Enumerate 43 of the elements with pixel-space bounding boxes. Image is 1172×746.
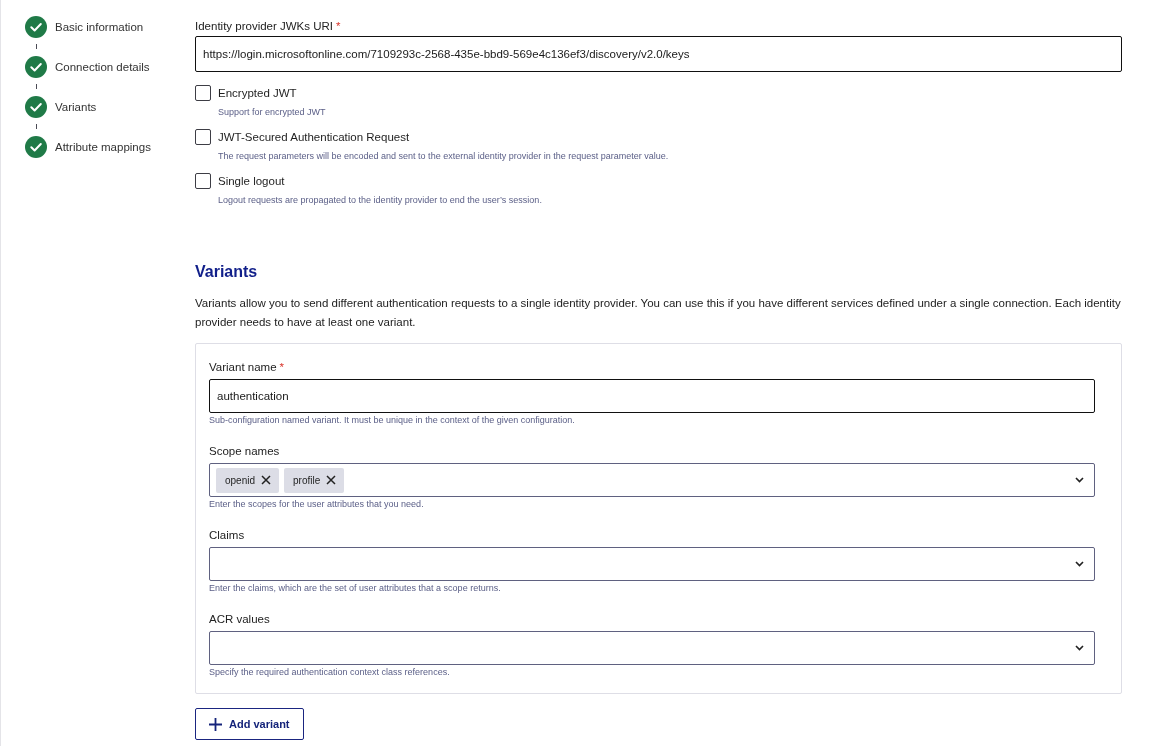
close-icon[interactable] — [261, 475, 272, 485]
required-asterisk: * — [336, 20, 341, 32]
helper-text: Enter the scopes for the user attributes that you need. — [209, 498, 425, 511]
step-label[interactable]: Basic information — [55, 21, 144, 33]
helper-text: Sub-configuration named variant. It must be unique in the context of the given configuration. — [209, 414, 576, 427]
chevron-down-icon[interactable] — [1075, 645, 1084, 651]
option-description: Support for encrypted JWT — [218, 106, 327, 119]
dropdown-field[interactable]: openid profile — [209, 463, 1095, 497]
required-asterisk: * — [279, 361, 285, 373]
checkbox[interactable] — [195, 173, 211, 189]
text-input[interactable]: authentication — [209, 379, 1095, 413]
option-description: The request parameters will be encoded and sent to the external identity provider in the request parameter value. — [218, 150, 670, 163]
field-label: Variant name — [209, 361, 277, 373]
step-connector — [36, 124, 37, 129]
option-label: Encrypted JWT — [218, 87, 297, 99]
field-label: Identity provider JWKs URI — [195, 20, 334, 32]
field-label: Claims — [209, 529, 245, 541]
tag-label: openid — [225, 474, 256, 486]
dropdown-field[interactable] — [209, 631, 1095, 665]
field-label: ACR values — [209, 613, 270, 625]
section-title: Variants — [195, 262, 259, 282]
dropdown-field[interactable] — [209, 547, 1095, 581]
chevron-down-icon[interactable] — [1075, 477, 1084, 483]
step-label[interactable]: Connection details — [55, 61, 150, 73]
step-label[interactable]: Attribute mappings — [55, 141, 151, 153]
step-connector — [36, 44, 37, 49]
checkbox[interactable] — [195, 129, 211, 145]
field-label: Scope names — [209, 445, 280, 457]
helper-text: Enter the claims, which are the set of user attributes that a scope returns. — [209, 582, 502, 595]
chevron-down-icon[interactable] — [1075, 561, 1084, 567]
add-variant-button[interactable]: Add variant — [195, 708, 304, 740]
text-input[interactable]: https://login.microsoftonline.com/7109293c-2568-435e-bbd9-569e4c136ef3/discovery/v2.0/keys — [195, 36, 1122, 72]
option-label: Single logout — [218, 175, 285, 187]
option-description: Logout requests are propagated to the identity provider to end the user’s session. — [218, 194, 543, 207]
helper-text: Specify the required authentication context class references. — [209, 666, 451, 679]
section-description: Variants allow you to send different authentication requests to a single identity provider. You can use this if you have different services defined under a single connection. Each identity provider needs to have at least one variant. — [195, 296, 1122, 330]
close-icon[interactable] — [326, 475, 337, 485]
step-label[interactable]: Variants — [55, 101, 97, 113]
tag-label: profile — [293, 474, 321, 486]
option-label: JWT-Secured Authentication Request — [218, 131, 410, 143]
step-connector — [36, 84, 37, 89]
plus-icon — [209, 717, 222, 731]
checkbox[interactable] — [195, 85, 211, 101]
